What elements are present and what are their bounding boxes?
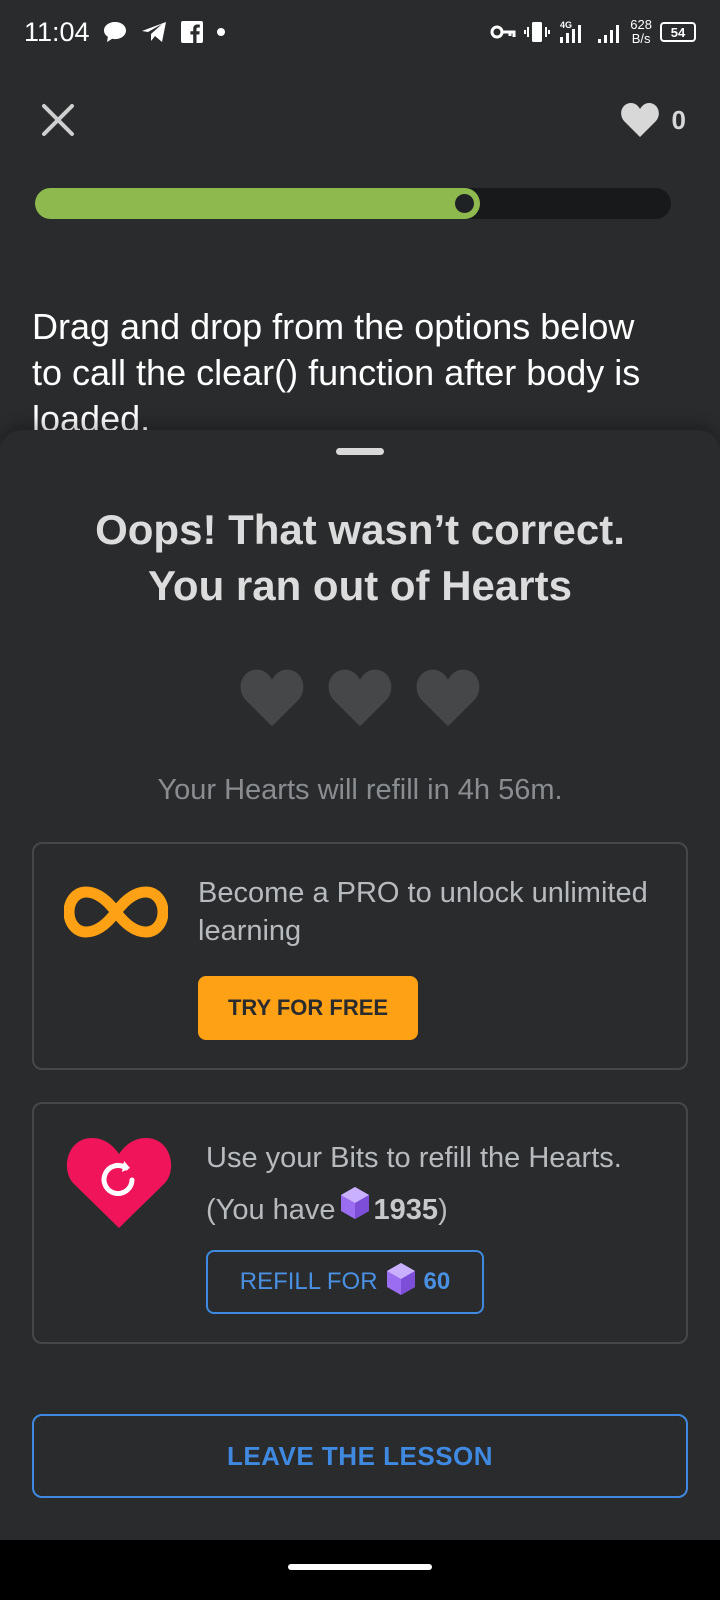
svg-text:4G: 4G (560, 20, 572, 30)
status-time: 11:04 (24, 16, 90, 47)
home-indicator[interactable] (288, 1564, 432, 1570)
sheet-drag-handle[interactable] (336, 448, 384, 455)
bits-cube-icon (340, 1185, 370, 1237)
close-button[interactable] (38, 100, 78, 140)
empty-heart-icon (416, 669, 480, 727)
sheet-title: Oops! That wasn’t correct. You ran out o… (0, 502, 720, 614)
status-right: 4G 628 B/s 54 (490, 18, 696, 46)
question-text: Drag and drop from the options below to … (32, 306, 641, 439)
lesson-progress-fill (35, 188, 481, 219)
net-speed: 628 B/s (630, 18, 652, 46)
sheet-title-line2: You ran out of Hearts (148, 562, 572, 609)
4g-signal-icon: 4G (558, 19, 588, 45)
telegram-icon (140, 20, 168, 44)
empty-heart-icon (328, 669, 392, 727)
dot-icon (216, 27, 226, 37)
hearts-count-value: 0 (671, 104, 686, 135)
pro-upgrade-card: Become a PRO to unlock unlimited learnin… (32, 842, 688, 1070)
status-bar: 11:04 4G 628 B/s 54 (0, 0, 720, 64)
out-of-hearts-sheet: Oops! That wasn’t correct. You ran out o… (0, 430, 720, 1540)
refill-hearts-button[interactable]: REFILL FOR 60 (206, 1250, 484, 1314)
status-left: 11:04 (24, 17, 226, 48)
infinity-icon (63, 884, 169, 945)
heart-refill-icon (64, 1134, 174, 1235)
facebook-icon (180, 20, 204, 44)
lesson-progress-bar (35, 188, 671, 219)
empty-hearts-row (0, 668, 720, 728)
bits-balance: 1935 (373, 1194, 439, 1226)
chat-bubble-icon (102, 20, 128, 44)
sheet-title-line1: Oops! That wasn’t correct. (95, 506, 625, 553)
system-nav-bar (0, 1540, 720, 1600)
net-speed-unit: B/s (631, 31, 651, 46)
refill-card-text: Use your Bits to refill the Hearts. (You… (206, 1132, 666, 1237)
battery-icon: 54 (660, 22, 696, 42)
refill-button-price: 60 (423, 1268, 451, 1295)
signal-icon (596, 20, 622, 44)
refill-hearts-card: Use your Bits to refill the Hearts. (You… (32, 1102, 688, 1344)
try-for-free-button[interactable]: TRY FOR FREE (198, 976, 418, 1040)
leave-lesson-button[interactable]: LEAVE THE LESSON (32, 1414, 688, 1498)
vpn-key-icon (490, 23, 516, 41)
vibrate-icon (524, 20, 551, 44)
close-icon (42, 104, 74, 136)
pro-card-text: Become a PRO to unlock unlimited learnin… (198, 877, 648, 947)
heart-icon (620, 103, 659, 137)
hearts-counter: 0 (620, 100, 686, 140)
battery-level: 54 (670, 24, 686, 40)
empty-heart-icon (240, 669, 304, 727)
hearts-refill-timer: Your Hearts will refill in 4h 56m. (157, 774, 563, 806)
refill-button-label: REFILL FOR (239, 1268, 378, 1295)
refill-card-text-after: ) (438, 1194, 448, 1226)
bits-cube-icon (386, 1262, 416, 1303)
net-speed-value: 628 (630, 17, 652, 32)
